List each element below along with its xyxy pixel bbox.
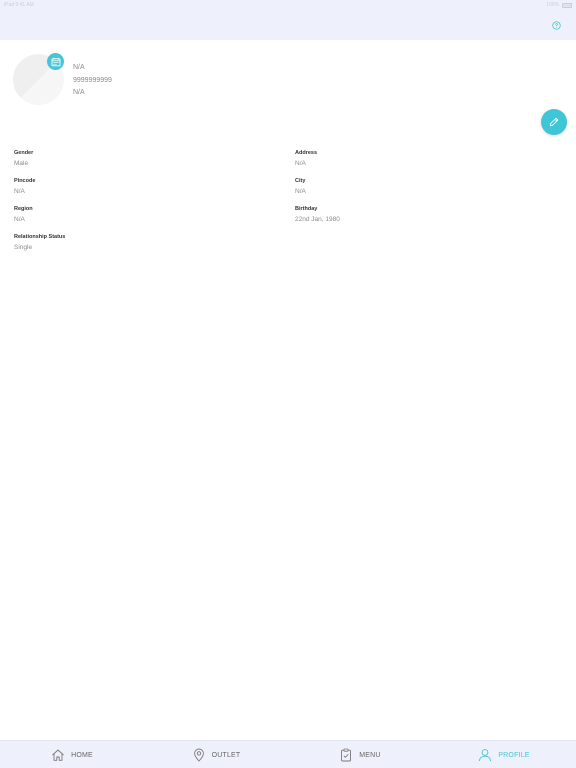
status-battery: 100% <box>546 2 572 8</box>
field-birthday: Birthday 22nd Jan, 1980 <box>295 205 495 225</box>
nav-menu-label: MENU <box>359 751 381 759</box>
field-value: Single <box>14 244 33 251</box>
header-bar: iPad 9:41 AM 100% <box>0 0 576 40</box>
profile-phone: 9999999999 <box>73 76 112 84</box>
field-value: Male <box>14 160 29 167</box>
nav-outlet-label: OUTLET <box>211 751 241 759</box>
field-label: Pincode <box>14 178 36 184</box>
nav-outlet[interactable]: OUTLET <box>144 741 288 768</box>
field-region: Region N/A <box>14 205 214 225</box>
field-gender: Gender Male <box>14 149 214 169</box>
field-label: Address <box>295 150 318 156</box>
user-icon <box>479 749 492 762</box>
field-pincode: Pincode N/A <box>14 177 214 197</box>
field-value: N/A <box>295 188 306 195</box>
nav-home[interactable]: HOME <box>0 741 144 768</box>
profile-name: N/A <box>73 64 85 71</box>
field-label: Region <box>14 206 33 212</box>
profile-screen: iPad 9:41 AM 100% N/A 9999999999 N/A Gen… <box>0 0 576 768</box>
clipboard-check-icon <box>341 748 352 762</box>
avatar-badge[interactable] <box>47 53 64 70</box>
calendar-icon <box>51 57 60 66</box>
field-label: Birthday <box>295 206 318 212</box>
field-label: Relationship Status <box>14 234 66 240</box>
field-relationship-status: Relationship Status Single <box>14 233 214 253</box>
bottom-navigation: HOME OUTLET MENU PROFILE <box>0 740 576 768</box>
field-address: Address N/A <box>295 149 495 169</box>
nav-profile[interactable]: PROFILE <box>432 741 576 768</box>
status-bar: iPad 9:41 AM 100% <box>0 0 576 10</box>
edit-profile-button[interactable] <box>541 109 567 135</box>
question-circle-icon[interactable] <box>552 21 561 30</box>
pencil-icon <box>549 117 559 127</box>
nav-home-label: HOME <box>71 751 93 759</box>
field-label: Gender <box>14 150 34 156</box>
status-time: iPad 9:41 AM <box>4 2 34 8</box>
field-value: N/A <box>14 216 25 223</box>
battery-icon <box>562 2 572 8</box>
location-pin-icon <box>193 748 204 762</box>
field-value: N/A <box>295 160 306 167</box>
nav-menu[interactable]: MENU <box>288 741 432 768</box>
field-city: City N/A <box>295 177 495 197</box>
profile-summary: N/A 9999999999 N/A <box>73 62 112 100</box>
profile-email: N/A <box>73 89 85 96</box>
battery-percent: 100% <box>546 2 559 8</box>
field-value: 22nd Jan, 1980 <box>295 216 340 223</box>
field-label: City <box>295 178 306 184</box>
home-icon <box>52 749 64 761</box>
field-value: N/A <box>14 188 25 195</box>
nav-profile-label: PROFILE <box>498 751 530 759</box>
